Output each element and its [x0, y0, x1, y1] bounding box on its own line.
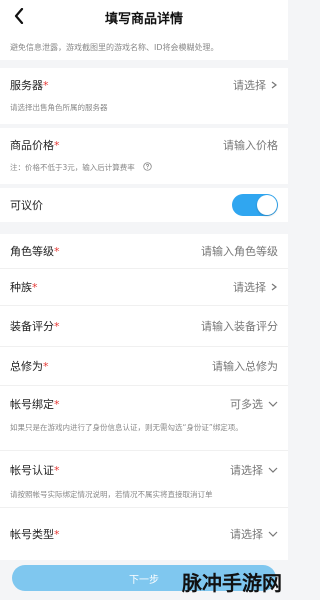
- equip-score-label: 装备评分*: [10, 320, 60, 333]
- required-star: *: [32, 281, 38, 294]
- chevron-down-icon: [268, 531, 278, 537]
- account-bind-hint: 如果只是在游戏内进行了身份信息认证，则无需勾选“身份证”绑定项。: [10, 423, 243, 432]
- required-star: *: [43, 79, 49, 92]
- race-label: 种族*: [10, 281, 38, 294]
- race-row[interactable]: 种族* 请选择: [0, 269, 288, 305]
- server-hint: 请选择出售角色所属的服务器: [10, 103, 108, 112]
- chevron-right-icon: [271, 81, 277, 89]
- account-verify-hint: 请按照帐号实际绑定情况说明，若情况不属实将直接取消订单: [10, 490, 213, 499]
- role-level-input[interactable]: 请输入角色等级: [201, 243, 278, 259]
- negotiable-row: 可议价: [0, 188, 288, 222]
- required-star: *: [54, 245, 60, 258]
- role-level-row: 角色等级* 请输入角色等级: [0, 234, 288, 268]
- price-hint: 注：价格不低于3元，输入后计算费率: [10, 162, 278, 173]
- chevron-down-icon: [268, 467, 278, 473]
- negotiable-toggle[interactable]: [232, 194, 278, 216]
- account-verify-label: 帐号认证*: [10, 464, 60, 477]
- account-type-label: 帐号类型*: [10, 528, 60, 541]
- required-star: *: [54, 398, 60, 411]
- privacy-notice: 避免信息泄露，游戏截图里的游戏名称、ID将会模糊处理。: [0, 34, 288, 60]
- toggle-knob: [257, 195, 277, 215]
- total-cultivation-label: 总修为*: [10, 360, 49, 373]
- top-bar: 填写商品详情: [0, 0, 288, 34]
- required-star: *: [54, 464, 60, 477]
- back-button[interactable]: [8, 5, 30, 27]
- server-label: 服务器*: [10, 79, 49, 92]
- account-type-row[interactable]: 帐号类型* 请选择: [0, 508, 288, 560]
- account-bind-row[interactable]: 帐号绑定* 可多选 如果只是在游戏内进行了身份信息认证，则无需勾选“身份证”绑定…: [0, 386, 288, 450]
- server-select[interactable]: 请选择: [233, 77, 278, 93]
- account-bind-label: 帐号绑定*: [10, 398, 60, 411]
- required-star: *: [43, 360, 49, 373]
- total-cultivation-input[interactable]: 请输入总修为: [212, 358, 278, 374]
- chevron-left-icon: [14, 8, 24, 24]
- price-row: 商品价格* 请输入价格 注：价格不低于3元，输入后计算费率: [0, 128, 288, 184]
- race-select[interactable]: 请选择: [233, 279, 278, 295]
- required-star: *: [54, 320, 60, 333]
- account-verify-row[interactable]: 帐号认证* 请选择 请按照帐号实际绑定情况说明，若情况不属实将直接取消订单: [0, 451, 288, 507]
- watermark: 脉冲手游网: [182, 570, 282, 595]
- chevron-right-icon: [271, 283, 277, 291]
- account-bind-select[interactable]: 可多选: [230, 396, 278, 412]
- chevron-down-icon: [268, 401, 278, 407]
- negotiable-label: 可议价: [10, 199, 43, 212]
- required-star: *: [54, 528, 60, 541]
- account-type-select[interactable]: 请选择: [230, 526, 278, 542]
- server-row[interactable]: 服务器* 请选择 请选择出售角色所属的服务器: [0, 68, 288, 124]
- role-level-label: 角色等级*: [10, 245, 60, 258]
- price-input[interactable]: 请输入价格: [223, 137, 278, 153]
- page-title: 填写商品详情: [104, 11, 183, 27]
- account-verify-select[interactable]: 请选择: [230, 462, 278, 478]
- equip-score-input[interactable]: 请输入装备评分: [201, 318, 278, 334]
- price-label: 商品价格*: [10, 139, 60, 152]
- next-button-label: 下一步: [129, 574, 159, 586]
- question-circle-icon[interactable]: [143, 162, 152, 171]
- total-cultivation-row: 总修为* 请输入总修为: [0, 347, 288, 385]
- equip-score-row: 装备评分* 请输入装备评分: [0, 306, 288, 346]
- required-star: *: [54, 139, 60, 152]
